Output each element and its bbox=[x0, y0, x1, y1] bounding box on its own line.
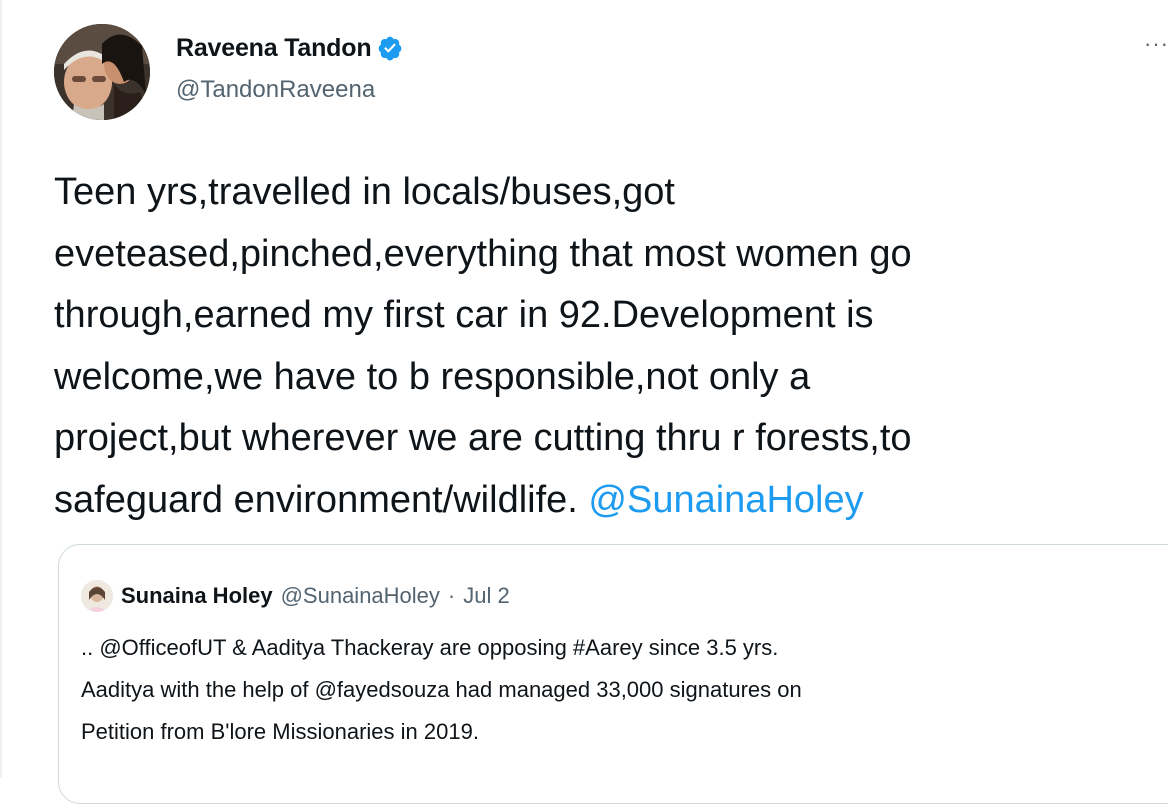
quoted-tweet[interactable]: Sunaina Holey @SunainaHoley · Jul 2 .. @… bbox=[58, 544, 1168, 804]
more-horizontal-icon: ··· bbox=[1144, 31, 1168, 56]
avatar-photo-icon bbox=[54, 24, 150, 120]
author-name[interactable]: Raveena Tandon bbox=[176, 34, 372, 63]
author-name-row: Raveena Tandon bbox=[176, 30, 403, 66]
avatar-photo-icon bbox=[81, 580, 113, 612]
tweet-text: Teen yrs,travelled in locals/buses,got e… bbox=[54, 162, 1154, 531]
separator-dot: · bbox=[447, 583, 456, 608]
quoted-tweet-header: Sunaina Holey @SunainaHoley · Jul 2 bbox=[81, 579, 510, 613]
quoted-author-avatar[interactable] bbox=[81, 580, 113, 612]
quoted-tweet-date[interactable]: Jul 2 bbox=[463, 583, 509, 609]
mention-link[interactable]: @SunainaHoley bbox=[588, 479, 863, 521]
quoted-tweet-text: .. @OfficeofUT & Aaditya Thackeray are o… bbox=[81, 635, 802, 744]
quoted-author-name[interactable]: Sunaina Holey bbox=[121, 583, 273, 609]
verified-badge-icon bbox=[379, 36, 402, 61]
author-handle[interactable]: @TandonRaveena bbox=[176, 76, 375, 104]
tweet-card[interactable]: Raveena Tandon @TandonRaveena ··· Teen y… bbox=[0, 0, 1168, 804]
more-options-button[interactable]: ··· bbox=[1144, 32, 1168, 56]
quoted-author-handle[interactable]: @SunainaHoley bbox=[281, 583, 440, 609]
tweet-body: Teen yrs,travelled in locals/buses,got e… bbox=[54, 171, 912, 521]
author-avatar[interactable] bbox=[54, 24, 150, 120]
